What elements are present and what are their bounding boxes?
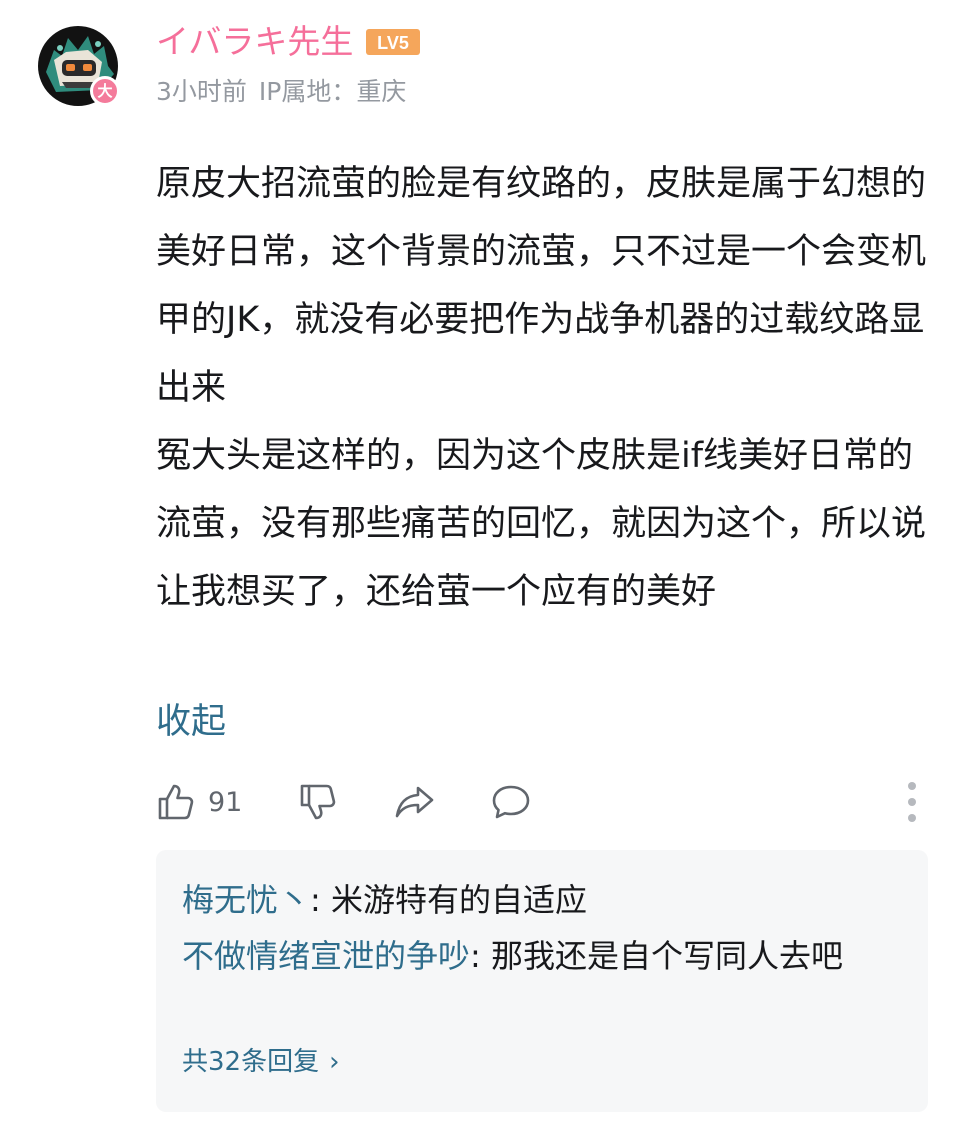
share-button[interactable]: [394, 778, 436, 826]
collapse-button[interactable]: 收起: [156, 698, 226, 746]
view-more-label: 共32条回复: [182, 1047, 320, 1077]
ip-location: IP属地：重庆: [258, 77, 407, 106]
reply-author[interactable]: 不做情绪宣泄的争吵: [182, 937, 470, 975]
comment-meta: 3小时前 IP属地：重庆: [156, 76, 406, 108]
avatar-badge: 大: [90, 76, 120, 106]
like-button[interactable]: 91: [156, 778, 242, 826]
level-badge: LV5: [366, 29, 420, 55]
share-icon: [395, 786, 434, 818]
comment-body: 原皮大招流萤的脸是有纹路的，皮肤是属于幻想的美好日常，这个背景的流萤，只不过是一…: [156, 150, 946, 626]
comment-paragraph: 冤大头是这样的，因为这个皮肤是if线美好日常的流萤，没有那些痛苦的回忆，就因为这…: [156, 436, 927, 612]
dislike-button[interactable]: [298, 778, 338, 826]
more-vertical-icon[interactable]: [904, 782, 920, 822]
like-count: 91: [208, 786, 243, 818]
view-all-replies-link[interactable]: 共32条回复 ›: [182, 1042, 340, 1082]
reply-button[interactable]: [490, 778, 532, 826]
thumbs-down-icon: [300, 784, 336, 820]
thumbs-up-icon: [158, 784, 194, 820]
reply-item[interactable]: 不做情绪宣泄的争吵: 那我还是自个写同人去吧: [182, 928, 902, 984]
level-text: LV5: [377, 33, 409, 53]
chevron-right-icon: ›: [329, 1047, 340, 1077]
reply-author[interactable]: 梅无忧丶: [182, 881, 310, 919]
reply-panel[interactable]: 梅无忧丶: 米游特有的自适应 不做情绪宣泄的争吵: 那我还是自个写同人去吧 共3…: [156, 850, 928, 1112]
reply-item[interactable]: 梅无忧丶: 米游特有的自适应: [182, 872, 902, 928]
username[interactable]: イバラキ先生: [156, 22, 353, 62]
comment-time: 3小时前: [156, 77, 247, 106]
comment-paragraph: 原皮大招流萤的脸是有纹路的，皮肤是属于幻想的美好日常，这个背景的流萤，只不过是一…: [156, 164, 927, 408]
reply-text: 那我还是自个写同人去吧: [490, 937, 843, 975]
comment-icon: [492, 785, 530, 819]
reply-separator: :: [470, 937, 491, 975]
reply-text: 米游特有的自适应: [330, 881, 587, 919]
action-bar: 91: [156, 778, 926, 826]
reply-separator: :: [310, 881, 331, 919]
